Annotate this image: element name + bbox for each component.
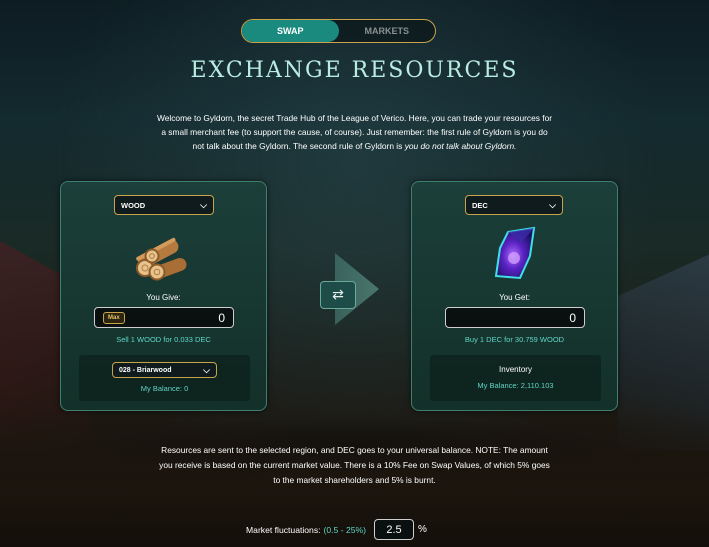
background-market-stall-right — [609, 250, 709, 450]
give-resource-value: WOOD — [121, 200, 146, 210]
fee-note-line-3: to the market shareholders and 5% is bur… — [273, 475, 436, 485]
give-label: You Give: — [146, 293, 181, 302]
get-balance-text: My Balance: 2,110.103 — [477, 381, 554, 390]
inventory-panel: Inventory My Balance: 2,110.103 — [430, 355, 601, 401]
fee-note-line-1: Resources are sent to the selected regio… — [161, 445, 548, 455]
inventory-label: Inventory — [499, 365, 532, 374]
give-panel: WOOD ⌵ You Give: Max 0 Sell 1 WOOD for 0… — [60, 181, 267, 411]
intro-line-3-text: not talk about the Gyldorn. The second r… — [192, 141, 405, 151]
get-panel: DEC ⌵ You Get: 0 Buy 1 DEC for 30.759 WO… — [411, 181, 618, 411]
give-resource-select[interactable]: WOOD ⌵ — [114, 195, 214, 215]
give-amount-value: 0 — [218, 310, 225, 325]
fee-note-line-2: you receive is based on the current mark… — [159, 460, 550, 470]
give-amount-input[interactable]: Max 0 — [94, 307, 234, 328]
region-panel: 028 - Briarwood ⌵ My Balance: 0 — [79, 355, 250, 401]
chevron-down-icon: ⌵ — [200, 199, 207, 210]
swap-direction-button[interactable]: ⇄ — [320, 281, 356, 309]
tab-markets[interactable]: MARKETS — [339, 20, 436, 42]
intro-line-3: not talk about the Gyldorn. The second r… — [118, 139, 591, 153]
chevron-down-icon: ⌵ — [549, 199, 556, 210]
fluctuation-unit: % — [418, 524, 427, 535]
give-balance-text: My Balance: 0 — [140, 384, 189, 393]
get-amount-input[interactable]: 0 — [445, 307, 585, 328]
chevron-down-icon: ⌵ — [203, 364, 210, 375]
intro-line-1: Welcome to Gyldorn, the secret Trade Hub… — [156, 113, 553, 123]
dec-crystal-icon — [490, 226, 540, 282]
market-fluctuation-row: Market fluctuations: (0.5 - 25%) 2.5 % — [246, 519, 427, 540]
region-value: 028 - Briarwood — [119, 366, 172, 374]
intro-line-3-italic: you do not talk about Gyldorn. — [404, 141, 517, 151]
view-tabs: SWAP MARKETS — [241, 19, 436, 43]
fluctuation-range: (0.5 - 25%) — [323, 524, 367, 535]
give-rate-text: Sell 1 WOOD for 0.033 DEC — [116, 335, 211, 344]
intro-line-2: a small merchant fee (to support the cau… — [161, 127, 548, 137]
region-select[interactable]: 028 - Briarwood ⌵ — [112, 362, 217, 378]
swap-arrows-icon: ⇄ — [332, 287, 344, 303]
max-button[interactable]: Max — [103, 311, 125, 324]
fluctuation-label: Market fluctuations: — [246, 524, 321, 535]
tab-swap[interactable]: SWAP — [242, 20, 339, 42]
fee-note: Resources are sent to the selected regio… — [124, 443, 585, 488]
wood-logs-icon — [129, 226, 191, 284]
get-resource-value: DEC — [472, 200, 488, 210]
intro-text: Welcome to Gyldorn, the secret Trade Hub… — [118, 111, 591, 153]
page-title: EXCHANGE RESOURCES — [190, 58, 519, 83]
get-resource-select[interactable]: DEC ⌵ — [465, 195, 563, 215]
get-label: You Get: — [499, 293, 530, 302]
fluctuation-input[interactable]: 2.5 — [374, 519, 415, 540]
get-amount-value: 0 — [569, 310, 576, 325]
get-rate-text: Buy 1 DEC for 30.759 WOOD — [464, 335, 565, 344]
